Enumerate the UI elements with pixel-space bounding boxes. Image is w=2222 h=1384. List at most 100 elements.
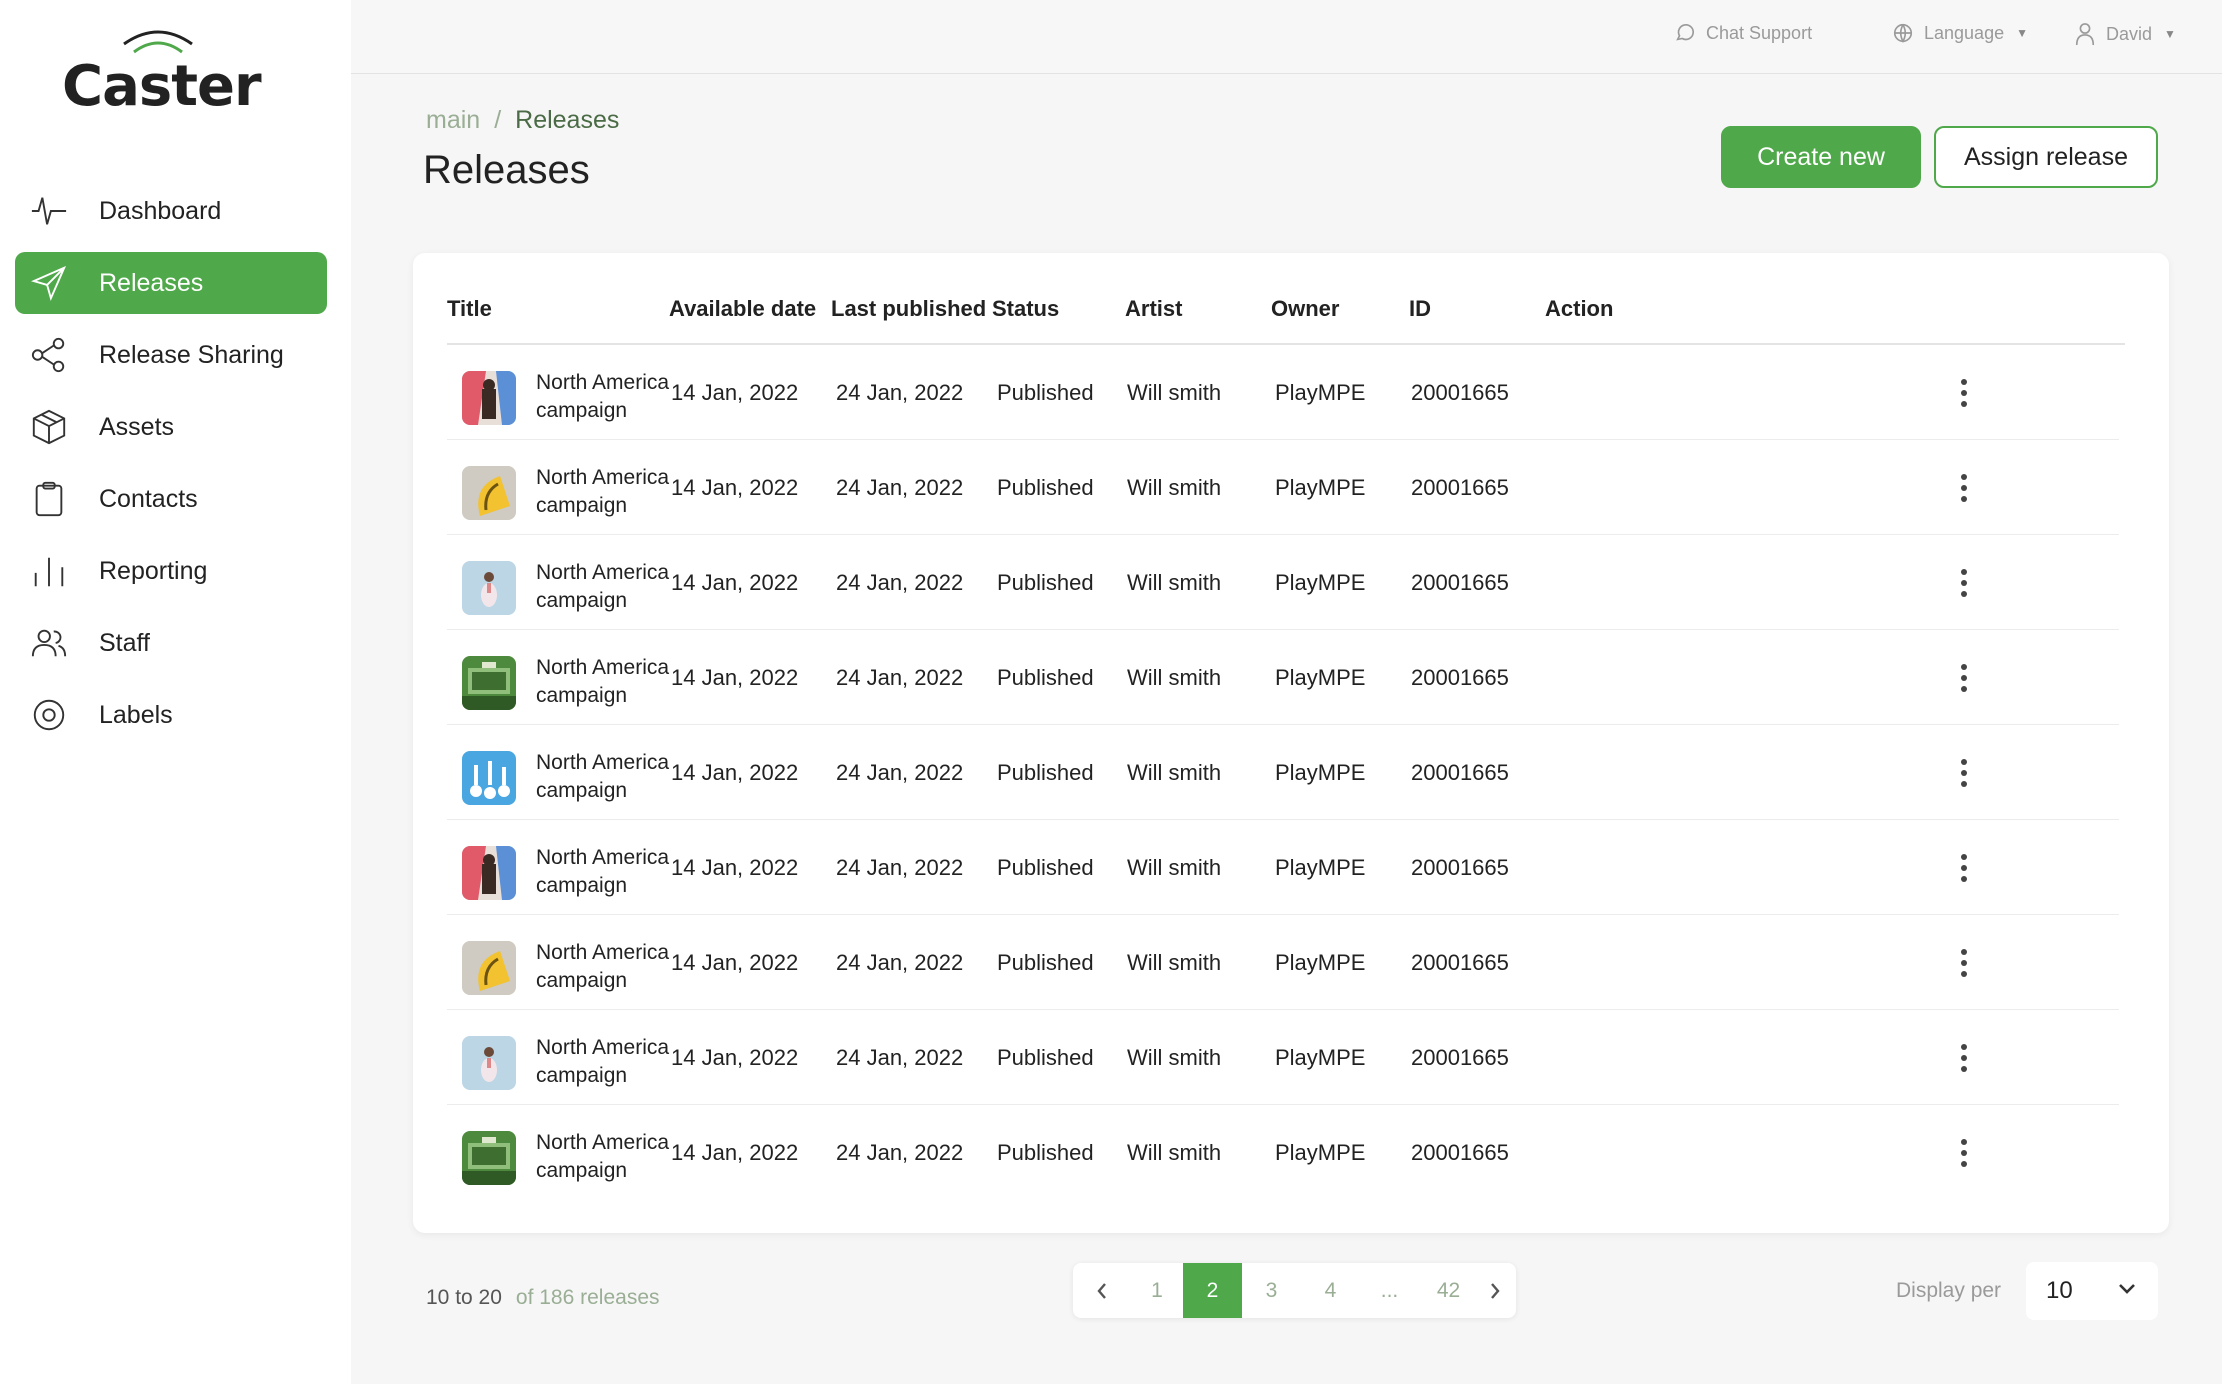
cell-published: 24 Jan, 2022	[836, 949, 964, 975]
table-row[interactable]: North America campaign 14 Jan, 2022 24 Jan,…	[447, 1105, 2119, 1200]
cell-available: 14 Jan, 2022	[671, 569, 799, 595]
sidebar-item-releases[interactable]: Releases	[15, 252, 327, 314]
breadcrumb-root[interactable]: main	[426, 106, 480, 134]
page-button-3[interactable]: 3	[1242, 1263, 1301, 1318]
row-actions-menu[interactable]	[1949, 850, 1979, 886]
page-button-4[interactable]: 4	[1301, 1263, 1360, 1318]
cell-id: 20001665	[1411, 664, 1509, 690]
row-actions-menu[interactable]	[1949, 945, 1979, 981]
sidebar-item-staff[interactable]: Staff	[15, 612, 327, 674]
kebab-menu-icon	[1961, 1044, 1967, 1072]
assign-release-button[interactable]: Assign release	[1934, 126, 2158, 188]
cell-published: 24 Jan, 2022	[836, 379, 964, 405]
cell-available: 14 Jan, 2022	[671, 759, 799, 785]
table-row[interactable]: North America campaign 14 Jan, 2022 24 Jan,…	[447, 630, 2119, 725]
cell-status: Published	[997, 664, 1094, 690]
table-row[interactable]: North America campaign 14 Jan, 2022 24 Jan,…	[447, 725, 2119, 820]
sidebar-item-label: Labels	[99, 700, 173, 729]
cell-owner: PlayMPE	[1275, 1139, 1366, 1165]
user-menu[interactable]: David ▼	[2074, 22, 2176, 46]
column-header-title[interactable]: Title	[447, 296, 492, 322]
chat-bubble-icon	[1676, 23, 1695, 41]
table-row[interactable]: North America campaign 14 Jan, 2022 24 Jan,…	[447, 440, 2119, 535]
cell-available: 14 Jan, 2022	[671, 949, 799, 975]
sidebar-item-labels[interactable]: Labels	[15, 684, 327, 746]
table-row[interactable]: North America campaign 14 Jan, 2022 24 Jan,…	[447, 535, 2119, 630]
breadcrumb: main / Releases	[426, 106, 619, 135]
table-row[interactable]: North America campaign 14 Jan, 2022 24 Jan,…	[447, 820, 2119, 915]
column-header-status[interactable]: Status	[992, 296, 1059, 322]
row-actions-menu[interactable]	[1949, 375, 1979, 411]
cell-artist: Will smith	[1127, 759, 1222, 785]
caret-down-icon: ▼	[2164, 27, 2176, 41]
display-per-label: Display per	[1896, 1279, 2002, 1302]
chat-support-link[interactable]: Chat Support	[1674, 22, 1812, 44]
row-actions-menu[interactable]	[1949, 660, 1979, 696]
chevron-right-icon	[1491, 1282, 1500, 1299]
sidebar-item-label: Assets	[99, 412, 175, 441]
cell-published: 24 Jan, 2022	[836, 474, 964, 500]
row-actions-menu[interactable]	[1949, 1135, 1979, 1171]
page-button-1[interactable]: 1	[1131, 1263, 1183, 1318]
table-row[interactable]: North America campaign 14 Jan, 2022 24 Jan,…	[447, 915, 2119, 1010]
caster-logo[interactable]: Caster	[62, 24, 262, 119]
sidebar-item-reporting[interactable]: Reporting	[15, 540, 327, 602]
cell-status: Published	[997, 569, 1094, 595]
results-range: 10 to 20 of 186 releases	[426, 1286, 660, 1310]
cell-status: Published	[997, 474, 1094, 500]
releases-table-card: Title Available date Last published Status A…	[413, 253, 2169, 1233]
table-body: North America campaign 14 Jan, 2022 24 Jan,…	[447, 345, 2119, 1200]
display-per-select[interactable]: 10	[2026, 1262, 2158, 1320]
next-page-button[interactable]	[1478, 1263, 1512, 1318]
kebab-menu-icon	[1961, 1139, 1967, 1167]
cell-owner: PlayMPE	[1275, 569, 1366, 595]
kebab-menu-icon	[1961, 664, 1967, 692]
language-dropdown[interactable]: Language ▼	[1892, 22, 2028, 44]
column-header-artist[interactable]: Artist	[1125, 296, 1182, 322]
row-actions-menu[interactable]	[1949, 1040, 1979, 1076]
column-header-available-date[interactable]: Available date	[669, 296, 816, 322]
column-header-last-published[interactable]: Last published	[831, 296, 986, 322]
cell-available: 14 Jan, 2022	[671, 854, 799, 880]
table-row[interactable]: North America campaign 14 Jan, 2022 24 Jan,…	[447, 1010, 2119, 1105]
sidebar-item-label: Contacts	[99, 484, 198, 513]
cell-published: 24 Jan, 2022	[836, 1139, 964, 1165]
breadcrumb-current: Releases	[515, 106, 620, 134]
cell-available: 14 Jan, 2022	[671, 664, 799, 690]
target-icon	[29, 695, 69, 735]
cell-id: 20001665	[1411, 759, 1509, 785]
language-label: Language	[1924, 22, 2005, 43]
table-header: Title Available date Last published Status A…	[447, 253, 2125, 345]
pagination: 1 2 3 4... 42	[1073, 1263, 1516, 1318]
row-actions-menu[interactable]	[1949, 470, 1979, 506]
send-icon	[29, 263, 69, 303]
page-button-2[interactable]: 2	[1183, 1263, 1242, 1318]
row-actions-menu[interactable]	[1949, 565, 1979, 601]
kebab-menu-icon	[1961, 474, 1967, 502]
caret-down-icon: ▼	[2016, 26, 2028, 40]
cell-owner: PlayMPE	[1275, 759, 1366, 785]
sidebar-item-label: Release Sharing	[99, 340, 284, 369]
cell-published: 24 Jan, 2022	[836, 1044, 964, 1070]
column-header-action[interactable]: Action	[1545, 296, 1613, 322]
create-new-button[interactable]: Create new	[1721, 126, 1921, 188]
sidebar-item-contacts[interactable]: Contacts	[15, 468, 327, 530]
sidebar-item-assets[interactable]: Assets	[15, 396, 327, 458]
release-thumbnail	[462, 466, 516, 520]
column-header-id[interactable]: ID	[1409, 296, 1431, 322]
kebab-menu-icon	[1961, 569, 1967, 597]
sidebar-item-label: Reporting	[99, 556, 208, 585]
sidebar-item-release-sharing[interactable]: Release Sharing	[15, 324, 327, 386]
total-label: of 186 releases	[515, 1286, 660, 1309]
column-header-owner[interactable]: Owner	[1271, 296, 1339, 322]
row-actions-menu[interactable]	[1949, 755, 1979, 791]
table-row[interactable]: North America campaign 14 Jan, 2022 24 Jan,…	[447, 345, 2119, 440]
kebab-menu-icon	[1961, 854, 1967, 882]
release-thumbnail	[462, 751, 516, 805]
release-thumbnail	[462, 941, 516, 995]
page-button-42[interactable]: 42	[1419, 1263, 1478, 1318]
sidebar-item-dashboard[interactable]: Dashboard	[15, 180, 327, 242]
prev-page-button[interactable]	[1073, 1263, 1131, 1318]
sidebar-item-label: Releases	[99, 268, 204, 297]
cell-owner: PlayMPE	[1275, 379, 1366, 405]
